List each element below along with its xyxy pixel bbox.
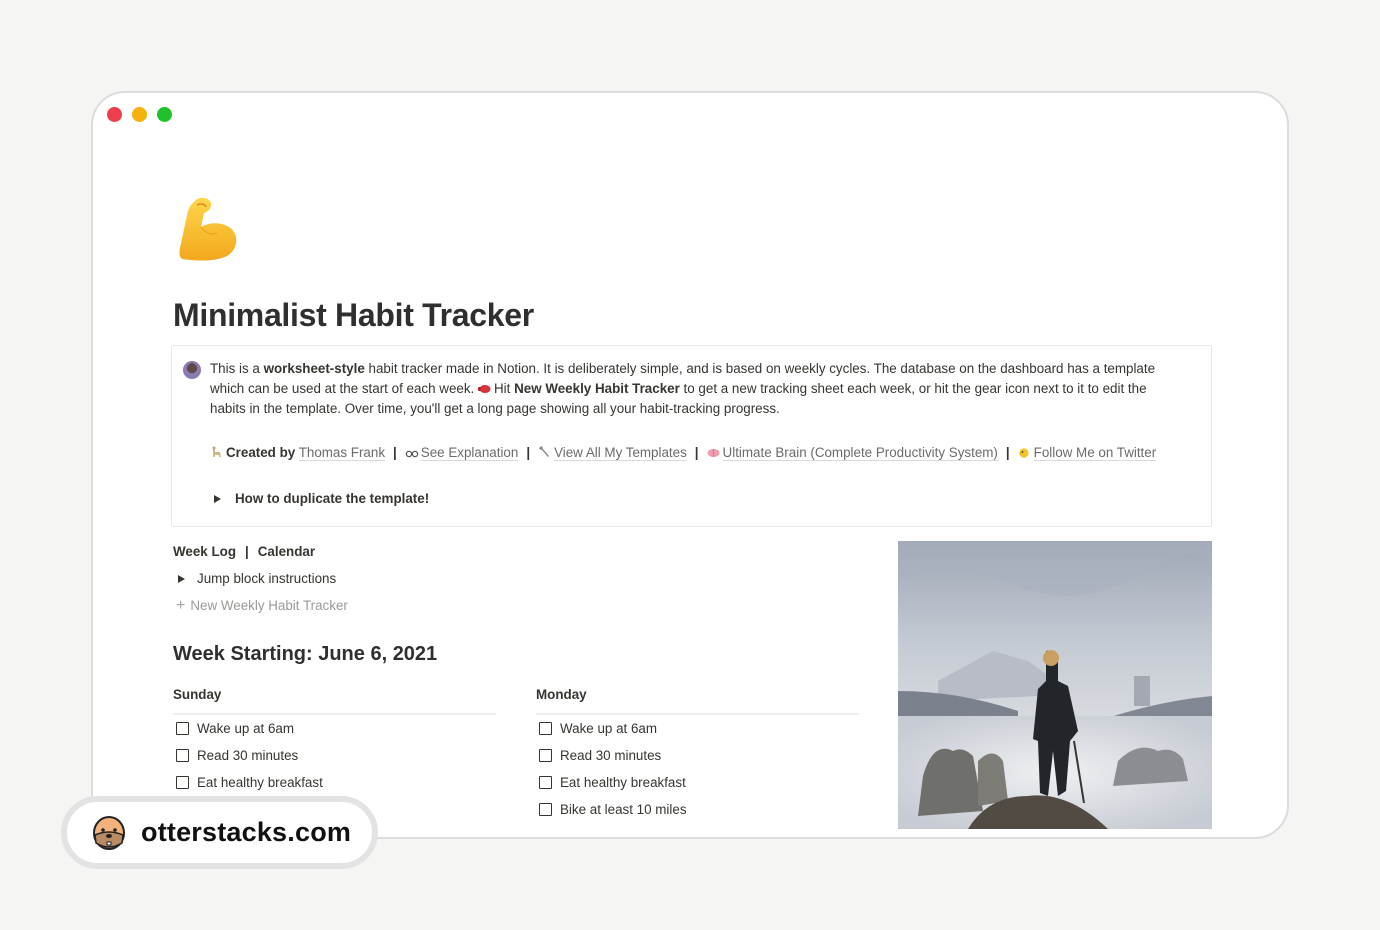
day-column-sunday: Sunday Wake up at 6am Read 30 minutes Ea…: [173, 687, 496, 796]
day-header: Sunday: [173, 687, 496, 715]
habit-label: Read 30 minutes: [560, 748, 662, 763]
toggle-label: How to duplicate the template!: [235, 491, 430, 506]
ultimate-brain-link[interactable]: Ultimate Brain (Complete Productivity Sy…: [722, 445, 998, 461]
text-bold: worksheet-style: [263, 361, 365, 376]
toggle-triangle-icon[interactable]: [214, 494, 221, 503]
plus-icon: +: [176, 596, 186, 614]
habit-checkbox[interactable]: [539, 776, 552, 789]
habit-checkbox[interactable]: [176, 776, 189, 789]
wrench-icon: [538, 444, 551, 457]
brain-icon: [707, 444, 720, 457]
separator: |: [694, 445, 699, 460]
habit-label: Wake up at 6am: [560, 721, 658, 736]
text-segment: Hit: [493, 381, 515, 396]
close-window-button[interactable]: [107, 107, 122, 122]
habit-item: Wake up at 6am: [176, 715, 496, 742]
button-label: New Weekly Habit Tracker: [190, 598, 348, 613]
toggle-triangle-icon[interactable]: [178, 574, 185, 583]
habit-label: Read 30 minutes: [197, 748, 299, 763]
habit-item: Eat healthy breakfast: [176, 769, 496, 796]
text-segment: This is a: [210, 361, 264, 376]
habit-item: Read 30 minutes: [176, 742, 496, 769]
page-navigation: Week Log | Calendar: [173, 544, 315, 559]
twitter-link[interactable]: Follow Me on Twitter: [1033, 445, 1157, 461]
created-by-label: Created by: [226, 445, 296, 460]
duplicate-template-toggle[interactable]: How to duplicate the template!: [214, 491, 429, 506]
bird-icon: [1018, 444, 1031, 458]
day-header: Monday: [536, 687, 859, 715]
flexed-biceps-icon[interactable]: [175, 193, 245, 265]
habit-item: Read 30 minutes: [539, 742, 859, 769]
habit-checkbox[interactable]: [176, 749, 189, 762]
day-column-monday: Monday Wake up at 6am Read 30 minutes Ea…: [536, 687, 859, 823]
habit-label: Eat healthy breakfast: [197, 775, 323, 790]
page-title: Minimalist Habit Tracker: [173, 297, 534, 333]
watermark-text: otterstacks.com: [141, 817, 352, 847]
habit-item: Eat healthy breakfast: [539, 769, 859, 796]
browser-window: Minimalist Habit Tracker This is a works…: [91, 91, 1289, 839]
separator: |: [526, 445, 531, 460]
glasses-icon: [405, 444, 419, 458]
toggle-label: Jump block instructions: [197, 571, 337, 586]
author-link[interactable]: Thomas Frank: [298, 445, 386, 461]
habit-label: Bike at least 10 miles: [560, 802, 687, 817]
maximize-window-button[interactable]: [157, 107, 172, 122]
boxing-glove-icon: [477, 380, 491, 393]
habit-label: Eat healthy breakfast: [560, 775, 686, 790]
separator: |: [393, 445, 397, 460]
habit-checkbox[interactable]: [539, 803, 552, 816]
habit-item: Wake up at 6am: [539, 715, 859, 742]
view-templates-link[interactable]: View All My Templates: [554, 445, 687, 461]
habit-label: Wake up at 6am: [197, 721, 295, 736]
otter-logo-icon: [91, 815, 127, 851]
watermark-badge: otterstacks.com: [61, 796, 378, 869]
minimize-window-button[interactable]: [132, 107, 147, 122]
window-controls: [107, 107, 172, 122]
wanderer-painting-image: [898, 541, 1212, 829]
habit-checkbox[interactable]: [176, 722, 189, 735]
author-avatar: [183, 361, 201, 379]
llama-icon: [210, 444, 223, 457]
separator: |: [1005, 445, 1010, 460]
week-log-link[interactable]: Week Log: [173, 544, 236, 559]
calendar-link[interactable]: Calendar: [258, 544, 315, 559]
habit-checkbox[interactable]: [539, 749, 552, 762]
callout-links: Created by Thomas Frank | See Explanation |…: [210, 443, 1180, 463]
habit-item: Bike at least 10 miles: [539, 796, 859, 823]
new-weekly-habit-tracker-button[interactable]: + New Weekly Habit Tracker: [176, 596, 348, 614]
intro-callout: This is a worksheet-style habit tracker …: [171, 345, 1212, 527]
jump-block-toggle[interactable]: Jump block instructions: [178, 571, 336, 586]
see-explanation-link[interactable]: See Explanation: [420, 445, 519, 461]
separator: |: [245, 544, 249, 559]
habit-checkbox[interactable]: [539, 722, 552, 735]
text-bold: New Weekly Habit Tracker: [514, 381, 680, 396]
week-heading: Week Starting: June 6, 2021: [173, 643, 438, 665]
callout-description: This is a worksheet-style habit tracker …: [210, 359, 1180, 419]
